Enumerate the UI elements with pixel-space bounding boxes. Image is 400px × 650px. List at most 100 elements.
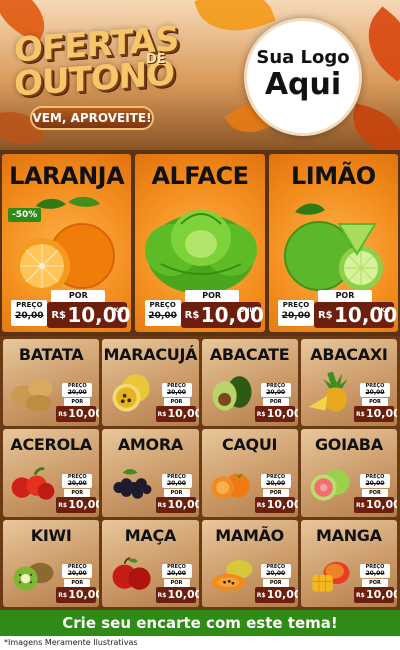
price-tag: PREÇO 20,00 POR R$ 10,00 (155, 383, 199, 423)
price: 10,00 (68, 497, 100, 511)
product-name: MAÇA (124, 525, 177, 545)
new-price-tag: R$ 10,00 (354, 406, 397, 423)
old-price-tag: PREÇO 20,00 (161, 564, 192, 578)
unit: KG (113, 307, 124, 314)
product-name: MAMÃO (215, 525, 284, 545)
por-label: POR (362, 579, 388, 587)
persimmon-image (211, 473, 250, 500)
old-price-label: PREÇO (282, 301, 310, 309)
currency: R$ (157, 501, 167, 509)
logo-placeholder: Sua Logo Aqui (244, 18, 362, 136)
price-tag: POR PREÇO 20,00 R$ 10,00 KG (11, 290, 131, 328)
old-price: 20,00 (365, 479, 385, 487)
logo-line-2: Aqui (264, 67, 342, 102)
price-tag: PREÇO 20,00 POR R$ 10,00 (254, 564, 298, 604)
product-card-acerola: ACEROLA PREÇO 20,00 POR R$ 10,00 (3, 429, 100, 517)
featured-products: LARANJA -50% POR PREÇO 20,00 R$ 10,00 KG… (0, 150, 400, 336)
price: 10,00 (366, 407, 397, 421)
old-price-tag: PREÇO 20,00 (260, 383, 291, 398)
price: 10,00 (68, 407, 100, 421)
por-label: POR (362, 398, 388, 407)
price: 10,00 (167, 588, 199, 601)
featured-card-limao: LIMÃO POR PREÇO 20,00 R$ 10,00 KG (268, 154, 398, 332)
por-label: POR (64, 579, 91, 587)
old-price: 20,00 (15, 311, 44, 321)
currency: R$ (356, 501, 365, 509)
old-price: 20,00 (167, 389, 186, 397)
cta-banner[interactable]: Crie seu encarte com este tema! (0, 610, 400, 636)
disclaimer-text: *Imagens Meramente Ilustrativas (4, 638, 138, 647)
currency: R$ (356, 592, 365, 599)
por-label: POR (262, 398, 289, 407)
product-name: CAQUI (222, 435, 278, 455)
old-price: 20,00 (266, 479, 286, 487)
currency: R$ (51, 310, 66, 321)
product-card-abacaxi: ABACAXI PREÇO 20,00 POR R$ 10,00 (300, 339, 397, 427)
price: 10,00 (167, 497, 199, 511)
new-price-tag: R$ 10,00 (254, 406, 298, 423)
title-de: DE (146, 52, 166, 67)
por-label: POR (262, 579, 289, 587)
por-label: POR (163, 398, 190, 407)
price-tag: PREÇO 20,00 POR R$ 10,00 (354, 383, 397, 423)
price-tag: POR PREÇO 20,00 R$ 10,00 KG (277, 290, 397, 328)
acerola-image (11, 467, 55, 500)
old-price-tag: PREÇO 20,00 (161, 383, 192, 398)
currency: R$ (157, 592, 167, 599)
new-price-tag: R$ 10,00 UNID (180, 302, 264, 328)
currency: R$ (256, 411, 266, 419)
discount-badge: -50% (8, 208, 42, 222)
potato-image (10, 379, 53, 412)
old-price: 20,00 (148, 311, 177, 321)
autumn-header-banner: OFERTAS OUTONO DE VEM, APROVEITE! Sua Lo… (0, 0, 400, 150)
price-tag: PREÇO 20,00 POR R$ 10,00 (354, 564, 397, 604)
old-price: 20,00 (365, 389, 385, 397)
kiwi-image (13, 562, 54, 591)
price: 10,00 (266, 497, 298, 511)
old-price: 20,00 (266, 389, 286, 397)
price: 10,00 (366, 497, 397, 511)
currency: R$ (184, 310, 200, 321)
old-price-tag: PREÇO 20,00 (260, 473, 291, 488)
old-price-tag: PREÇO 20,00 (144, 300, 181, 326)
product-name: ACEROLA (10, 435, 92, 455)
new-price-tag: R$ 10,00 (56, 496, 100, 513)
new-price-tag: R$ 10,00 (56, 587, 99, 603)
product-grid: BATATA PREÇO 20,00 POR R$ 10,00 MARACUJÁ PREÇO 2… (0, 336, 400, 610)
unit: KG (380, 307, 390, 314)
new-price-tag: R$ 10,00 (254, 496, 298, 513)
product-name: ABACATE (209, 345, 290, 364)
passionfruit-image (112, 374, 150, 412)
price: 10,00 (266, 588, 298, 601)
price-tag: PREÇO 20,00 POR R$ 10,00 (155, 473, 199, 514)
price-tag: PREÇO 20,00 POR R$ 10,00 (56, 564, 99, 604)
product-name: KIWI (30, 525, 72, 545)
old-price-label: PREÇO (16, 301, 43, 309)
price: 10,00 (366, 588, 397, 601)
product-card-maracuja: MARACUJÁ PREÇO 20,00 POR R$ 10,00 (102, 339, 199, 427)
product-name: ALFACE (151, 162, 249, 190)
new-price-tag: R$ 10,00 (155, 406, 199, 423)
por-label: POR (51, 290, 106, 302)
old-price: 20,00 (266, 570, 286, 577)
old-price-tag: PREÇO 20,00 (277, 300, 314, 326)
price-tag: POR PREÇO 20,00 R$ 10,00 UNID (144, 290, 264, 328)
old-price-tag: PREÇO 20,00 (62, 564, 93, 578)
blackberry-image (113, 469, 152, 500)
old-price: 20,00 (67, 389, 87, 397)
price-tag: PREÇO 20,00 POR R$ 10,00 (254, 383, 298, 423)
new-price-tag: R$ 10,00 (254, 587, 298, 603)
por-label: POR (184, 290, 239, 302)
product-name: AMORA (117, 435, 183, 455)
old-price: 20,00 (67, 570, 87, 577)
product-card-manga: MANGA PREÇO 20,00 POR R$ 10,00 (300, 519, 397, 607)
currency: R$ (356, 411, 365, 419)
new-price-tag: R$ 10,00 (155, 587, 199, 603)
currency: R$ (256, 501, 266, 509)
por-label: POR (64, 398, 91, 407)
currency: R$ (256, 592, 266, 599)
new-price-tag: R$ 10,00 (354, 587, 397, 603)
currency: R$ (58, 411, 68, 419)
por-label: POR (317, 290, 372, 302)
old-price-tag: PREÇO 20,00 (360, 473, 390, 488)
